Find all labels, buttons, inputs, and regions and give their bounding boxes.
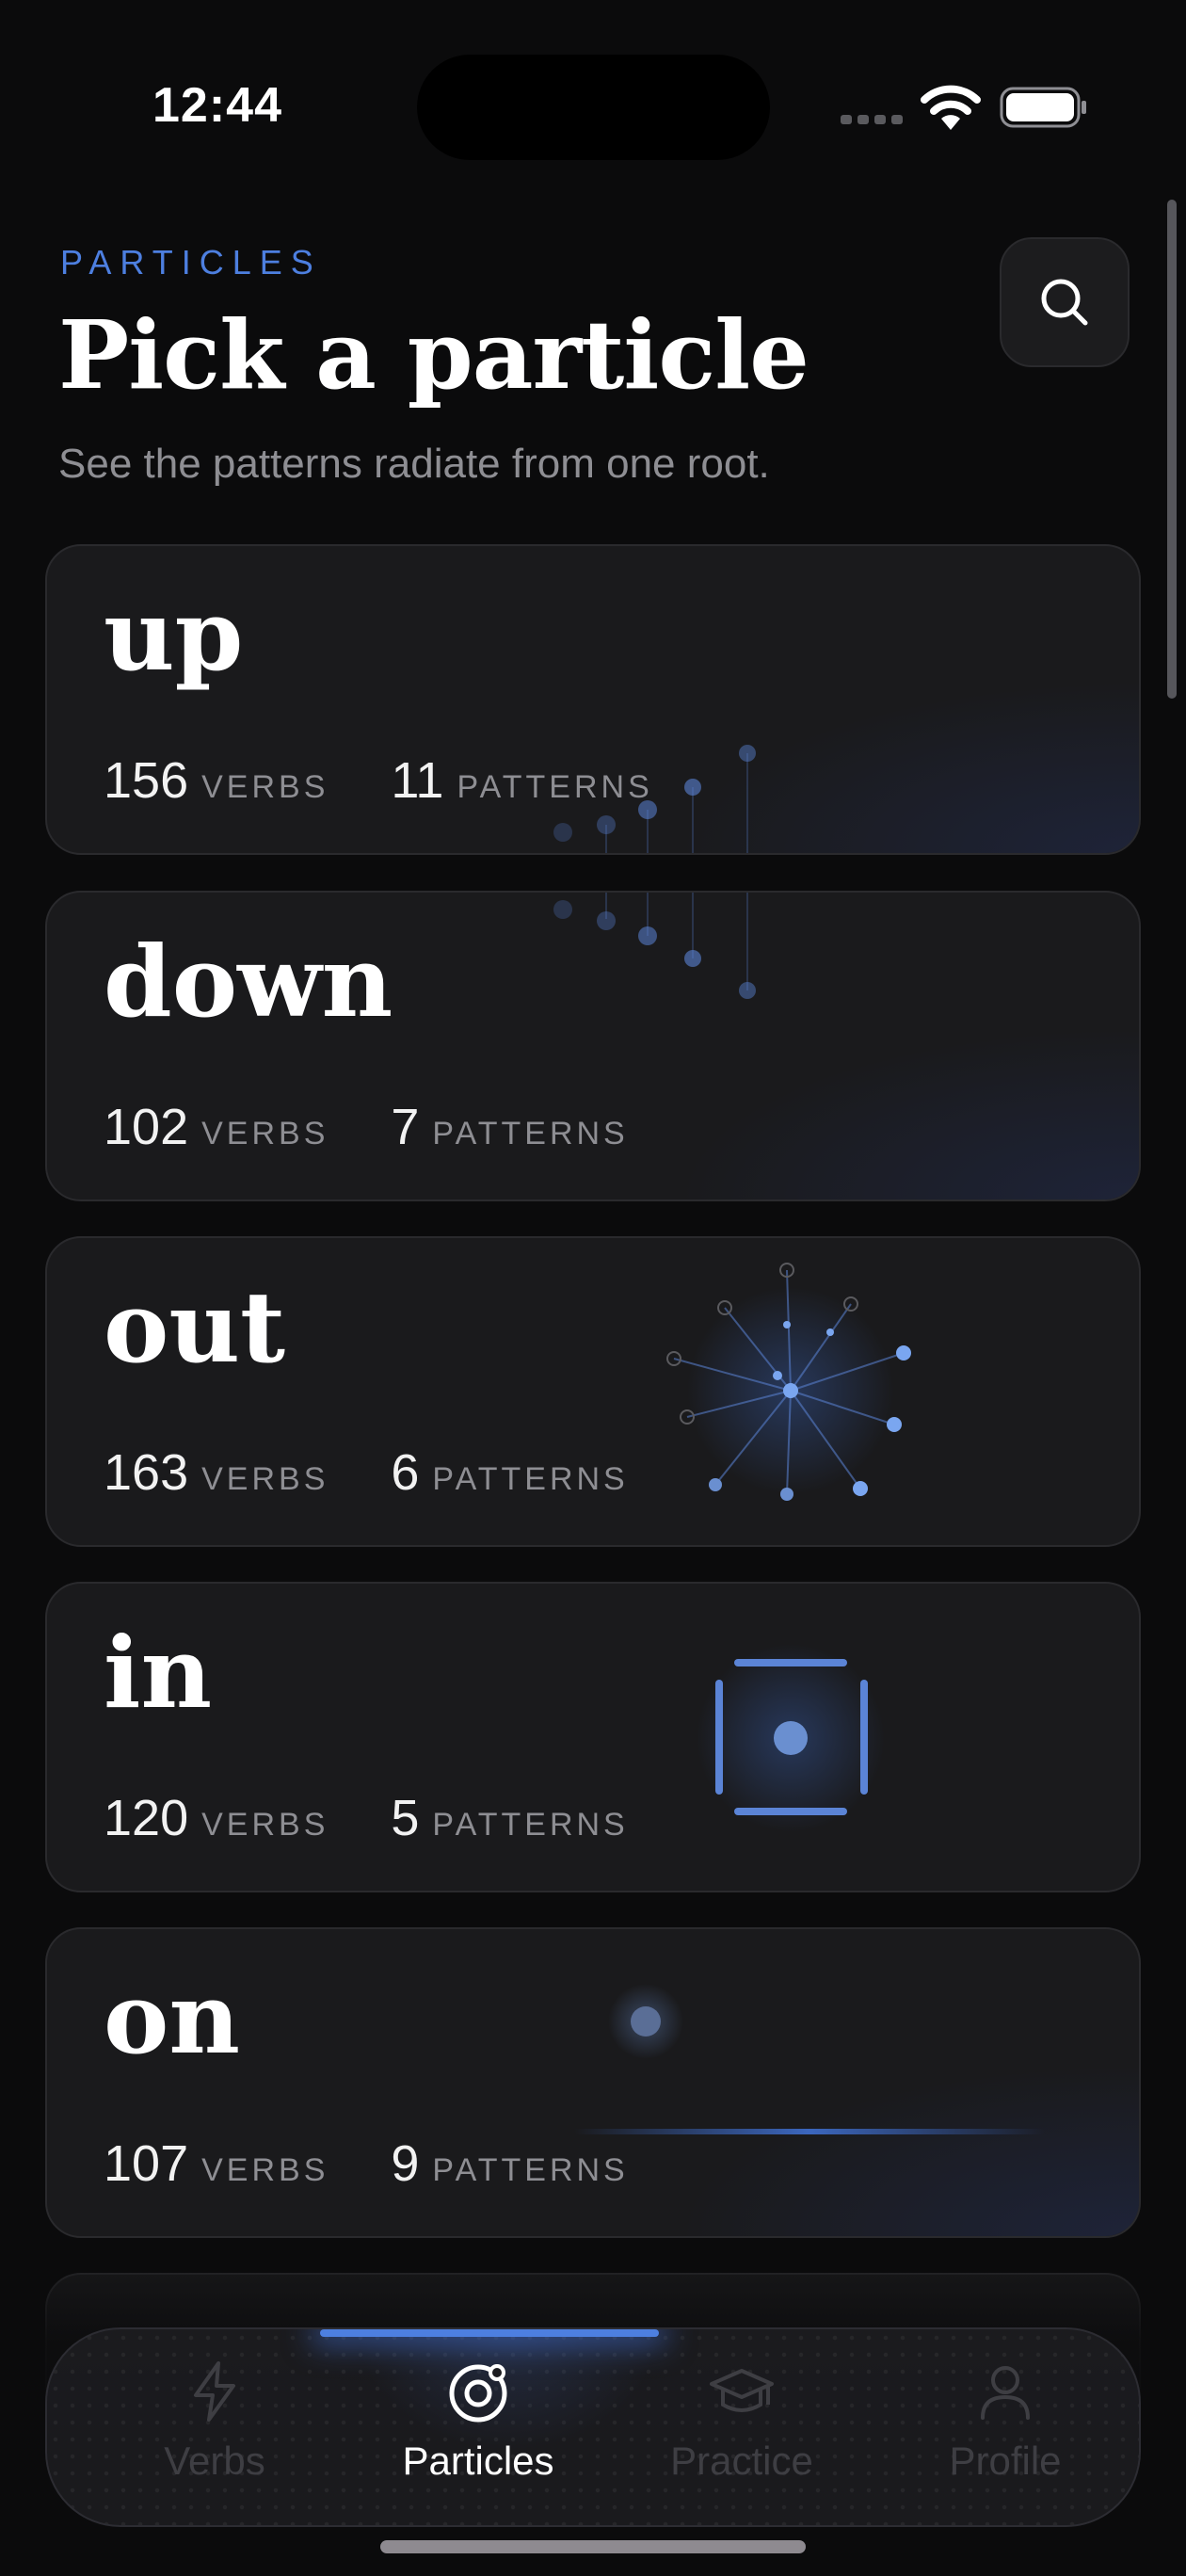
- scrollbar[interactable]: [1167, 200, 1177, 699]
- pattern-count: 6: [391, 1444, 420, 1501]
- pattern-count: 5: [391, 1790, 420, 1846]
- pattern-count-label: PATTERNS: [457, 769, 653, 805]
- search-button[interactable]: [1000, 237, 1130, 367]
- particle-name: out: [104, 1269, 286, 1385]
- tab-label: Profile: [949, 2439, 1062, 2483]
- particle-stats: 107 VERBS 9 PATTERNS: [104, 2134, 629, 2193]
- active-tab-glow: [320, 2329, 659, 2337]
- pattern-count-label: PATTERNS: [432, 1461, 629, 1497]
- particle-name: up: [104, 577, 244, 693]
- particle-stats: 163 VERBS 6 PATTERNS: [104, 1443, 629, 1502]
- tab-practice[interactable]: Practice: [619, 2358, 864, 2508]
- verb-count: 107: [104, 2135, 189, 2192]
- particle-card-on[interactable]: on 107 VERBS 9 PATTERNS: [45, 1927, 1141, 2238]
- verb-count: 102: [104, 1099, 189, 1155]
- tab-label: Practice: [670, 2439, 813, 2483]
- verb-count: 156: [104, 752, 189, 809]
- orbit-icon: [449, 2364, 507, 2423]
- search-icon: [1041, 279, 1088, 326]
- cellular-signal-icon: [841, 115, 906, 126]
- particle-card-down[interactable]: down 102 VERBS 7 PATTERNS: [45, 891, 1141, 1201]
- particle-card-in[interactable]: in 120 VERBS 5 PATTERNS: [45, 1582, 1141, 1892]
- verb-count-label: VERBS: [201, 1807, 329, 1843]
- home-indicator[interactable]: [380, 2540, 806, 2553]
- verb-count-label: VERBS: [201, 1461, 329, 1497]
- page-title: Pick a particle: [58, 299, 809, 411]
- person-icon: [981, 2366, 1030, 2420]
- status-time: 12:44: [152, 78, 282, 133]
- verb-count-label: VERBS: [201, 1116, 329, 1151]
- page-subtitle: See the patterns radiate from one root.: [58, 441, 770, 487]
- graduation-cap-icon: [710, 2369, 774, 2412]
- pattern-count: 9: [391, 2135, 420, 2192]
- pattern-count: 11: [391, 752, 444, 809]
- tab-verbs[interactable]: Verbs: [92, 2358, 337, 2508]
- tab-particles[interactable]: Particles: [356, 2358, 601, 2508]
- particle-stats: 120 VERBS 5 PATTERNS: [104, 1789, 629, 1847]
- verb-count: 120: [104, 1790, 189, 1846]
- section-eyebrow: PARTICLES: [60, 243, 322, 282]
- battery-icon: [1000, 87, 1086, 128]
- pattern-count-label: PATTERNS: [432, 1116, 629, 1151]
- particle-card-out[interactable]: out 163 VERBS 6 PATTERNS: [45, 1236, 1141, 1547]
- tab-bar: Verbs Particles Practice Profile: [45, 2327, 1141, 2527]
- particle-name: in: [104, 1615, 213, 1731]
- dynamic-island: [417, 55, 770, 160]
- tab-profile[interactable]: Profile: [883, 2358, 1128, 2508]
- particle-name: down: [104, 924, 393, 1039]
- pattern-count-label: PATTERNS: [432, 2152, 629, 2188]
- verb-count-label: VERBS: [201, 769, 329, 805]
- wifi-icon: [921, 85, 981, 130]
- verb-count-label: VERBS: [201, 2152, 329, 2188]
- tab-label: Particles: [402, 2439, 554, 2483]
- particle-card-up[interactable]: up 156 VERBS 11 PATTERNS: [45, 544, 1141, 855]
- pattern-count: 7: [391, 1099, 420, 1155]
- tab-label: Verbs: [164, 2439, 265, 2483]
- particle-stats: 156 VERBS 11 PATTERNS: [104, 751, 653, 810]
- particle-name: on: [104, 1960, 240, 2076]
- verb-count: 163: [104, 1444, 189, 1501]
- pattern-count-label: PATTERNS: [432, 1807, 629, 1843]
- particle-stats: 102 VERBS 7 PATTERNS: [104, 1098, 629, 1156]
- lightning-icon: [194, 2361, 235, 2422]
